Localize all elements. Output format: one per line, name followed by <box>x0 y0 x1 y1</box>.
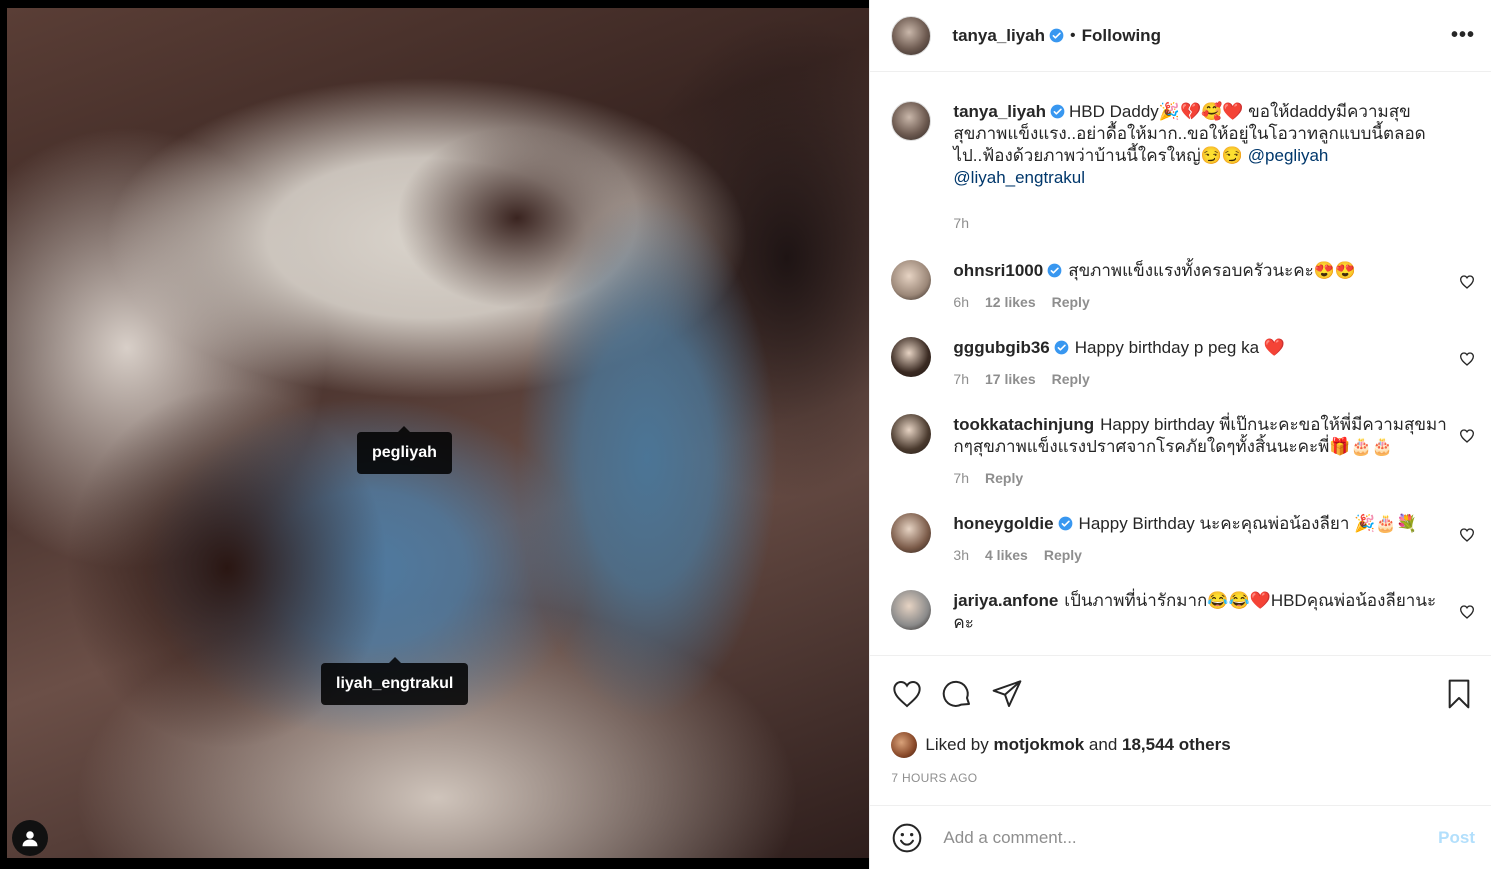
comment-text: ohnsri1000 สุขภาพแข็งแรงทั้งครอบครัวนะคะ😍… <box>953 260 1453 282</box>
comment-username[interactable]: ohnsri1000 <box>953 261 1043 280</box>
comment-text: honeygoldie Happy Birthday นะคะคุณพ่อน้อง… <box>953 513 1453 535</box>
comment-text: tookkatachinjung Happy birthday พี่เป๊กนะ… <box>953 414 1453 458</box>
post-actions: Liked by motjokmok and 18,544 others 7 H… <box>870 655 1491 805</box>
header-username[interactable]: tanya_liyah <box>952 26 1045 46</box>
comment-item: tookkatachinjung Happy birthday พี่เป๊กนะ… <box>891 414 1475 486</box>
avatar[interactable] <box>891 513 932 553</box>
avatar[interactable] <box>891 590 932 630</box>
avatar[interactable] <box>891 15 932 56</box>
bookmark-icon[interactable] <box>1443 678 1475 710</box>
comment-meta: 6h 12 likes Reply <box>953 294 1453 310</box>
comment-icon[interactable] <box>941 678 973 710</box>
avatar[interactable] <box>891 101 932 141</box>
verified-badge-icon <box>1054 340 1069 355</box>
caption-time[interactable]: 7h <box>953 215 969 231</box>
comment-item: jariya.anfone เป็นภาพที่น่ารักมาก😂😂❤️HBDค… <box>891 590 1475 634</box>
emoji-icon[interactable] <box>891 822 923 854</box>
likes-others[interactable]: 18,544 others <box>1122 735 1231 755</box>
comment-time[interactable]: 6h <box>953 294 969 310</box>
like-comment-heart-icon[interactable] <box>1459 274 1475 290</box>
following-button[interactable]: Following <box>1082 26 1161 46</box>
comment-username[interactable]: jariya.anfone <box>953 591 1058 610</box>
verified-badge-icon <box>1047 263 1062 278</box>
caption-meta: 7h <box>953 215 1453 231</box>
caption-username[interactable]: tanya_liyah <box>953 102 1046 121</box>
comment-body: Happy birthday p peg ka ❤️ <box>1074 338 1285 357</box>
tagged-users-button[interactable] <box>12 820 48 856</box>
comment-time[interactable]: 7h <box>953 470 969 486</box>
post-media[interactable]: pegliyah liyah_engtrakul <box>0 0 870 869</box>
separator-dot: • <box>1070 26 1076 44</box>
comments-list[interactable]: tanya_liyah HBD Daddy🎉💔🥰❤️ ขอให้daddyมีคว… <box>870 73 1491 655</box>
verified-badge-icon <box>1058 516 1072 531</box>
comment-item: honeygoldie Happy Birthday นะคะคุณพ่อน้อง… <box>891 513 1475 563</box>
verified-badge-icon <box>1049 28 1064 43</box>
comment-likes[interactable]: 4 likes <box>985 547 1028 563</box>
comment-username[interactable]: tookkatachinjung <box>953 415 1094 434</box>
user-tag-pegliyah[interactable]: pegliyah <box>357 426 452 474</box>
avatar[interactable] <box>891 732 918 758</box>
share-icon[interactable] <box>991 678 1023 710</box>
reply-button[interactable]: Reply <box>1044 547 1082 563</box>
comment-time[interactable]: 3h <box>953 547 969 563</box>
like-comment-heart-icon[interactable] <box>1459 604 1475 620</box>
comment-meta: 7h Reply <box>953 470 1453 486</box>
reply-button[interactable]: Reply <box>1052 371 1090 387</box>
comment-meta: 7h 17 likes Reply <box>953 371 1453 387</box>
comment-body: Happy Birthday นะคะคุณพ่อน้องลียา 🎉🎂💐 <box>1078 514 1418 533</box>
comment-input[interactable] <box>941 826 1439 849</box>
like-comment-heart-icon[interactable] <box>1459 428 1475 444</box>
post-dialog: pegliyah liyah_engtrakul tanya_liyah • F… <box>0 0 1491 869</box>
like-comment-heart-icon[interactable] <box>1459 527 1475 543</box>
comment-likes[interactable]: 17 likes <box>985 371 1036 387</box>
avatar[interactable] <box>891 414 932 454</box>
likes-and: and <box>1088 735 1118 754</box>
like-comment-heart-icon[interactable] <box>1459 351 1475 367</box>
user-tag-liyah-engtrakul[interactable]: liyah_engtrakul <box>321 657 469 705</box>
user-icon <box>22 831 38 847</box>
avatar[interactable] <box>891 260 932 300</box>
heart-icon[interactable] <box>891 678 923 710</box>
comment-item: ohnsri1000 สุขภาพแข็งแรงทั้งครอบครัวนะคะ😍… <box>891 260 1475 310</box>
liked-by-user[interactable]: motjokmok <box>993 735 1084 755</box>
more-options-icon[interactable]: ••• <box>1451 24 1475 47</box>
comment-body: สุขภาพแข็งแรงทั้งครอบครัวนะคะ😍😍 <box>1068 261 1357 280</box>
mention-link[interactable]: @pegliyah <box>1248 146 1329 165</box>
comment-meta: 3h 4 likes Reply <box>953 547 1453 563</box>
avatar[interactable] <box>891 337 932 377</box>
post-timestamp[interactable]: 7 HOURS AGO <box>891 771 1475 785</box>
add-comment-bar: Post <box>870 805 1491 869</box>
comment-username[interactable]: honeygoldie <box>953 514 1053 533</box>
caption-text: tanya_liyah HBD Daddy🎉💔🥰❤️ ขอให้daddyมีคว… <box>953 101 1453 189</box>
post-side-panel: tanya_liyah • Following ••• tanya_liyah H… <box>869 0 1491 869</box>
verified-badge-icon <box>1050 104 1065 119</box>
likes-summary: Liked by motjokmok and 18,544 others <box>891 732 1475 758</box>
comment-item: gggubgib36 Happy birthday p peg ka ❤️ 7h 17… <box>891 337 1475 387</box>
post-header: tanya_liyah • Following ••• <box>870 0 1491 72</box>
comment-likes[interactable]: 12 likes <box>985 294 1036 310</box>
reply-button[interactable]: Reply <box>985 470 1023 486</box>
mention-link[interactable]: @liyah_engtrakul <box>953 168 1085 187</box>
comment-time[interactable]: 7h <box>953 371 969 387</box>
comment-text: gggubgib36 Happy birthday p peg ka ❤️ <box>953 337 1453 359</box>
comment-username[interactable]: gggubgib36 <box>953 338 1049 357</box>
likes-prefix: Liked by <box>925 735 989 754</box>
comment-text: jariya.anfone เป็นภาพที่น่ารักมาก😂😂❤️HBDค… <box>953 590 1453 634</box>
post-comment-button[interactable]: Post <box>1438 828 1475 848</box>
reply-button[interactable]: Reply <box>1052 294 1090 310</box>
caption: tanya_liyah HBD Daddy🎉💔🥰❤️ ขอให้daddyมีคว… <box>891 101 1475 231</box>
